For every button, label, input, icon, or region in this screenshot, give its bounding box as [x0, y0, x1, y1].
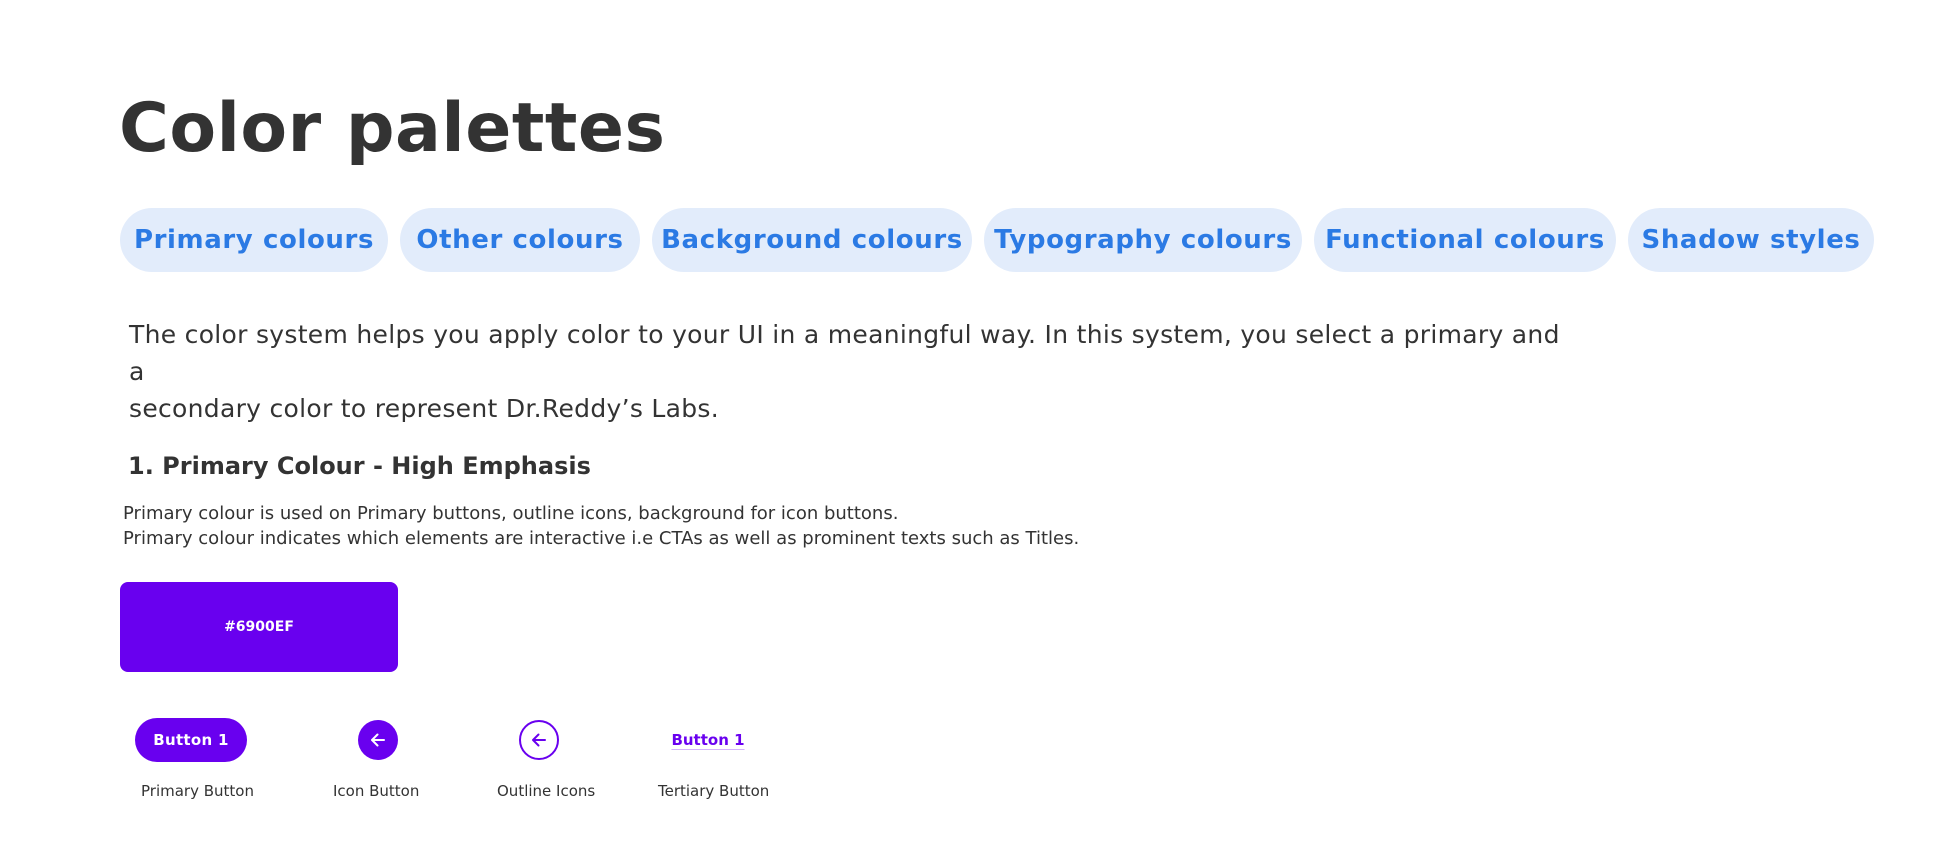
intro-line-1: The color system helps you apply color t… [129, 320, 1560, 386]
tertiary-button-example[interactable]: Button 1 [662, 728, 754, 752]
description-line-2: Primary colour indicates which elements … [123, 528, 1080, 549]
tab-functional-colours[interactable]: Functional colours [1314, 208, 1616, 272]
outline-icons-caption: Outline Icons [497, 782, 596, 800]
tab-other-colours[interactable]: Other colours [400, 208, 640, 272]
tab-typography-colours[interactable]: Typography colours [984, 208, 1302, 272]
page-title: Color palettes [119, 89, 666, 168]
arrow-left-icon [532, 733, 546, 747]
icon-button-caption: Icon Button [333, 782, 420, 800]
tab-primary-colours[interactable]: Primary colours [120, 208, 388, 272]
primary-button-example[interactable]: Button 1 [135, 718, 247, 762]
swatch-hex-label: #6900EF [224, 619, 294, 635]
arrow-left-icon [371, 733, 385, 747]
description-line-1: Primary colour is used on Primary button… [123, 503, 899, 524]
section-description: Primary colour is used on Primary button… [123, 501, 1079, 551]
icon-button-example[interactable] [358, 720, 398, 760]
outline-icon-example[interactable] [519, 720, 559, 760]
tertiary-button-caption: Tertiary Button [658, 782, 770, 800]
tab-background-colours[interactable]: Background colours [652, 208, 972, 272]
tab-shadow-styles[interactable]: Shadow styles [1628, 208, 1874, 272]
intro-text: The color system helps you apply color t… [129, 316, 1569, 427]
primary-button-caption: Primary Button [141, 782, 254, 800]
primary-color-swatch: #6900EF [120, 582, 398, 672]
section-heading: 1. Primary Colour - High Emphasis [128, 452, 591, 480]
intro-line-2: secondary color to represent Dr.Reddy’s … [129, 394, 719, 423]
